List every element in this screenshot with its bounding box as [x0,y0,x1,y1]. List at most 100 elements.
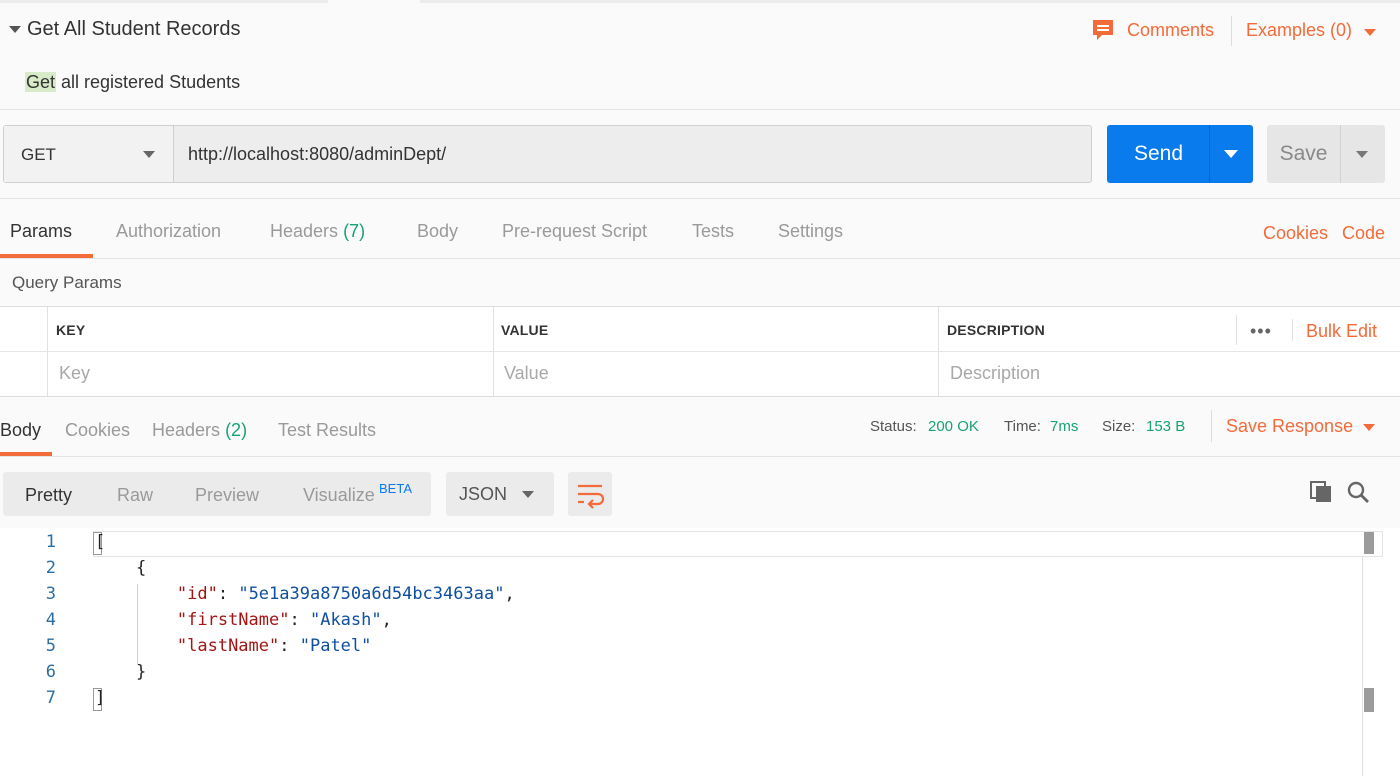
chevron-down-icon [143,151,155,158]
divider [0,198,1400,199]
json-string: "Patel" [299,636,372,656]
tab-pre-request-script[interactable]: Pre-request Script [502,221,647,242]
size-value[interactable]: 153 B [1146,418,1185,435]
scrollbar-marker[interactable] [1364,688,1374,712]
column-divider [1236,315,1237,345]
time-label: Time: [1004,418,1041,435]
url-bar: GET [3,125,1092,183]
time-value[interactable]: 7ms [1050,418,1078,435]
description-highlight: Get [25,72,57,92]
comments-link[interactable]: Comments [1127,20,1214,41]
tab-body[interactable]: Body [417,221,458,242]
divider [0,109,1400,110]
line-number: 2 [45,558,56,578]
url-input[interactable] [174,126,1091,182]
save-dropdown-button[interactable] [1340,125,1385,183]
view-mode-raw[interactable]: Raw [117,485,153,506]
bulk-edit-link[interactable]: Bulk Edit [1306,321,1377,342]
json-string: "Akash" [309,610,382,630]
description-input[interactable]: Description [950,363,1040,384]
json-colon: : [279,636,300,656]
value-input[interactable]: Value [504,363,549,384]
json-string: "5e1a39a8750a6d54bc3463aa" [238,584,505,604]
divider [0,456,1400,457]
search-icon[interactable] [1346,480,1370,504]
chevron-down-icon [522,491,534,498]
response-tab-cookies[interactable]: Cookies [65,420,130,441]
row-divider [0,351,1400,352]
code-line: [ [95,532,106,552]
code-line: "id": "5e1a39a8750a6d54bc3463aa", [95,584,515,604]
send-button[interactable]: Send [1107,125,1210,183]
response-tab-test-results[interactable]: Test Results [278,420,376,441]
format-select[interactable]: JSON [446,472,554,516]
tab-authorization[interactable]: Authorization [116,221,221,242]
view-mode-preview[interactable]: Preview [195,485,259,506]
wrap-lines-icon [578,484,605,509]
line-number: 1 [45,532,56,552]
headers-count-badge: (7) [343,221,366,241]
view-mode-pretty[interactable]: Pretty [25,485,72,506]
response-body-editor[interactable]: 1 2 3 4 5 6 7 [ { "id": "5e1a39a8750a6d5… [0,528,1400,776]
editor-scroll-gutter [1362,557,1363,776]
code-line: { [95,558,147,578]
tab-settings[interactable]: Settings [778,221,843,242]
column-header-key: KEY [56,322,86,338]
send-dropdown-button[interactable] [1209,125,1253,183]
scrollbar-marker[interactable] [1364,532,1374,554]
status-value[interactable]: 200 OK [928,418,979,435]
save-button[interactable]: Save [1267,125,1340,183]
query-params-table: KEY VALUE DESCRIPTION ••• Bulk Edit Key … [0,306,1400,397]
request-title[interactable]: Get All Student Records [27,18,240,41]
collapse-caret-icon[interactable] [9,26,21,33]
method-select[interactable]: GET [4,126,174,182]
json-comma: , [381,610,392,630]
column-header-description: DESCRIPTION [947,322,1045,338]
tab-tests[interactable]: Tests [692,221,734,242]
column-divider [1292,319,1293,341]
header-divider [1231,16,1232,46]
response-headers-count-badge: (2) [225,420,248,440]
size-label: Size: [1102,418,1136,435]
json-colon: : [289,610,310,630]
more-options-icon[interactable]: ••• [1250,321,1272,342]
chevron-down-icon[interactable] [1364,29,1376,36]
response-tab-body[interactable]: Body [0,420,41,441]
active-line-highlight [93,531,1383,557]
key-input[interactable]: Key [59,363,90,384]
tab-headers[interactable]: Headers (7) [270,221,365,242]
line-number: 7 [45,688,56,708]
chevron-down-icon [1356,151,1368,158]
view-mode-visualize[interactable]: Visualize [303,485,375,506]
json-key: "id" [176,584,218,604]
top-edge [0,0,1400,3]
line-number: 3 [45,584,56,604]
view-mode-group: Pretty Raw Preview Visualize BETA [3,472,431,516]
format-label: JSON [459,484,508,504]
divider [0,258,1400,259]
chevron-down-icon[interactable] [1363,424,1375,431]
request-description[interactable]: Get all registered Students [25,72,240,93]
json-comma: , [504,584,515,604]
copy-icon[interactable] [1309,480,1333,504]
column-header-value: VALUE [501,322,549,338]
response-tab-headers[interactable]: Headers (2) [152,420,247,441]
wrap-lines-button[interactable] [568,472,612,516]
active-tab-gap [328,0,420,3]
line-number: 5 [45,636,56,656]
cookies-link[interactable]: Cookies [1263,223,1328,244]
status-label: Status: [870,418,917,435]
tab-params[interactable]: Params [10,221,72,242]
examples-dropdown[interactable]: Examples (0) [1246,20,1352,41]
save-response-button[interactable]: Save Response [1226,416,1353,437]
beta-badge: BETA [379,481,412,496]
line-number: 6 [45,662,56,682]
code-line: ] [95,688,106,708]
line-number: 4 [45,610,56,630]
query-params-title: Query Params [12,273,122,292]
tab-headers-label: Headers [270,221,339,241]
json-key: "lastName" [176,636,280,656]
divider [1211,410,1212,442]
code-link[interactable]: Code [1342,223,1385,244]
comments-icon[interactable] [1091,18,1115,42]
